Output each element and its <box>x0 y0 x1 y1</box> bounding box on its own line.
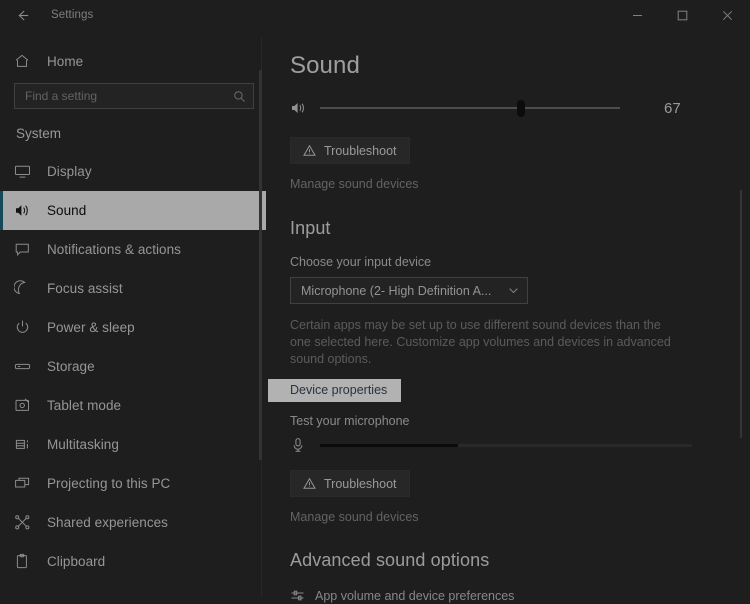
home-icon <box>14 53 40 69</box>
moon-icon <box>14 280 40 297</box>
project-icon <box>14 475 40 492</box>
microphone-level-meter <box>320 443 692 447</box>
storage-icon <box>14 358 40 375</box>
share-icon <box>14 514 40 531</box>
sidebar-item-label: Multitasking <box>47 437 119 452</box>
sidebar: Home System <box>0 30 268 604</box>
sidebar-item-storage[interactable]: Storage <box>0 347 268 386</box>
mixer-icon <box>290 588 305 603</box>
window-body: Home System <box>0 30 750 604</box>
volume-slider-track[interactable] <box>320 107 620 109</box>
sidebar-item-label: Focus assist <box>47 281 123 296</box>
output-manage-sound-devices-link[interactable]: Manage sound devices <box>290 177 750 191</box>
search-box[interactable] <box>14 83 254 109</box>
sidebar-item-label: Shared experiences <box>47 515 168 530</box>
advanced-sound-options-heading: Advanced sound options <box>290 550 490 570</box>
sidebar-item-label: Clipboard <box>47 554 106 569</box>
search-container <box>0 83 268 109</box>
speaker-icon <box>14 202 40 219</box>
choose-input-device-label: Choose your input device <box>290 255 432 269</box>
power-icon <box>14 319 40 336</box>
microphone-level-fill <box>320 443 458 447</box>
main-content: Sound 67 Troubleshoot Manage sound devic… <box>268 30 750 604</box>
volume-slider-thumb[interactable] <box>517 100 525 117</box>
sidebar-section-title: System <box>16 126 62 141</box>
multitasking-icon <box>14 436 40 453</box>
sidebar-item-label: Notifications & actions <box>47 242 181 257</box>
test-microphone-label: Test your microphone <box>290 414 410 428</box>
search-input[interactable] <box>25 89 233 103</box>
app-volume-and-device-preferences-link[interactable]: App volume and device preferences <box>290 588 750 603</box>
warning-triangle-icon <box>303 144 316 157</box>
sidebar-item-clipboard[interactable]: Clipboard <box>0 542 268 581</box>
selection-accent-bar <box>0 191 3 230</box>
volume-slider[interactable] <box>320 95 620 121</box>
sidebar-item-power-and-sleep[interactable]: Power & sleep <box>0 308 268 347</box>
input-troubleshoot-button[interactable]: Troubleshoot <box>290 470 410 497</box>
clipboard-icon <box>14 553 40 570</box>
sidebar-item-label: Sound <box>47 203 87 218</box>
title-bar: Settings <box>0 0 750 30</box>
app-volume-label: App volume and device preferences <box>315 588 515 603</box>
sidebar-item-tablet-mode[interactable]: Tablet mode <box>0 386 268 425</box>
search-icon[interactable] <box>233 90 246 103</box>
sidebar-item-notifications-and-actions[interactable]: Notifications & actions <box>0 230 268 269</box>
maximize-button[interactable] <box>660 0 705 30</box>
microphone-level-row <box>290 434 750 456</box>
input-device-dropdown[interactable]: Microphone (2- High Definition A... <box>290 277 528 304</box>
back-arrow-icon <box>14 7 31 24</box>
notification-icon <box>14 241 40 258</box>
minimize-button[interactable] <box>615 0 660 30</box>
sidebar-item-multitasking[interactable]: Multitasking <box>0 425 268 464</box>
maximize-icon <box>677 10 688 21</box>
window-title: Settings <box>51 9 94 21</box>
sidebar-item-display[interactable]: Display <box>0 152 268 191</box>
output-troubleshoot-label: Troubleshoot <box>324 143 397 158</box>
main-scrollbar-thumb[interactable] <box>740 190 742 438</box>
sidebar-item-shared-experiences[interactable]: Shared experiences <box>0 503 268 542</box>
output-troubleshoot-button[interactable]: Troubleshoot <box>290 137 410 164</box>
tablet-icon <box>14 397 40 414</box>
sidebar-item-label: Display <box>47 164 92 179</box>
window-controls <box>615 0 750 30</box>
sidebar-item-sound[interactable]: Sound <box>0 191 266 230</box>
sidebar-item-label: Storage <box>47 359 95 374</box>
input-section-heading: Input <box>290 218 331 238</box>
input-device-value: Microphone (2- High Definition A... <box>301 283 492 298</box>
sidebar-item-label: Tablet mode <box>47 398 122 413</box>
monitor-icon <box>14 163 40 180</box>
chevron-down-icon <box>507 284 520 297</box>
close-icon <box>722 10 733 21</box>
sidebar-item-home[interactable]: Home <box>0 44 268 78</box>
page-title: Sound <box>290 52 360 79</box>
volume-value: 67 <box>664 99 681 117</box>
sidebar-item-label-home: Home <box>47 53 84 69</box>
warning-triangle-icon <box>303 477 316 490</box>
device-properties-link[interactable]: Device properties <box>268 379 402 402</box>
sidebar-item-focus-assist[interactable]: Focus assist <box>0 269 268 308</box>
sidebar-item-projecting-to-this-pc[interactable]: Projecting to this PC <box>0 464 268 503</box>
close-button[interactable] <box>705 0 750 30</box>
microphone-icon <box>290 437 314 453</box>
output-volume-row: 67 <box>290 95 750 121</box>
sidebar-item-label: Power & sleep <box>47 320 135 335</box>
speaker-volume-icon <box>290 99 314 117</box>
minimize-icon <box>632 10 643 21</box>
sidebar-item-label: Projecting to this PC <box>47 476 171 491</box>
back-button[interactable] <box>0 0 44 30</box>
input-manage-sound-devices-link[interactable]: Manage sound devices <box>290 510 750 524</box>
input-troubleshoot-label: Troubleshoot <box>324 476 397 491</box>
input-helper-text: Certain apps may be set up to use differ… <box>290 318 671 366</box>
settings-window: Settings Home Find a setting System Disp… <box>0 0 750 604</box>
sidebar-scrollbar-thumb[interactable] <box>259 70 262 460</box>
